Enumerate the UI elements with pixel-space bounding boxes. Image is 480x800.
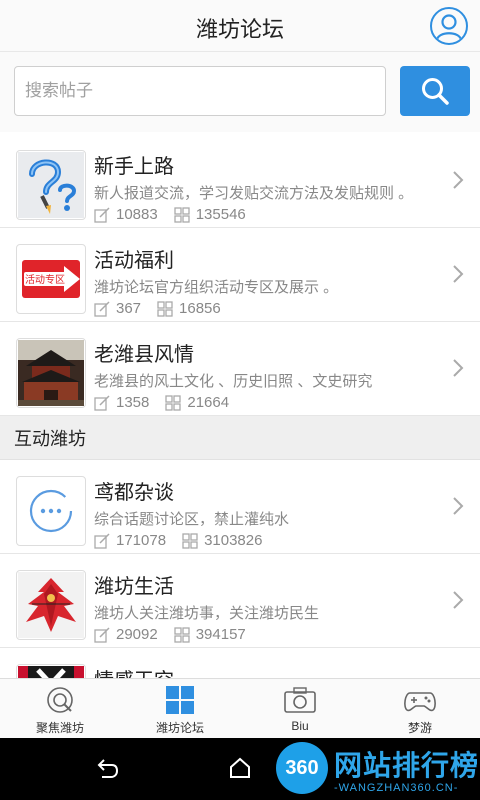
thread-count: 10883 <box>116 206 158 223</box>
thread-count: 367 <box>116 300 142 317</box>
forum-description: 潍坊人关注潍坊事，关注潍坊民生 <box>94 605 320 622</box>
user-avatar-button[interactable] <box>430 7 468 45</box>
focus-icon <box>47 687 73 713</box>
camera-icon <box>284 687 316 713</box>
activity-zone-text: 活动专区 <box>25 273 65 286</box>
user-icon <box>435 14 463 41</box>
edit-icon <box>94 626 110 643</box>
forum-row-weifang-life[interactable]: 潍坊生活 潍坊人关注潍坊事，关注潍坊民生 29092 394157 <box>0 554 480 648</box>
thread-count: 171078 <box>116 532 167 549</box>
forum-list: 新手上路 新人报道交流，学习发贴交流方法及发贴规则 。 10883 135546… <box>0 134 480 678</box>
tab-biu[interactable]: Biu <box>240 679 360 738</box>
tab-weifang-forum[interactable]: 潍坊论坛 <box>120 679 240 738</box>
forum-stats: 367 16856 <box>94 300 237 317</box>
activity-zone-icon: 活动专区 <box>16 244 86 314</box>
partial-photo <box>16 664 86 678</box>
back-icon[interactable] <box>94 756 120 782</box>
watermark-subtitle: -WANGZHAN360.CN- <box>334 782 459 794</box>
edit-icon <box>94 394 110 411</box>
gamepad-icon <box>404 692 436 712</box>
page-title: 潍坊论坛 <box>195 17 284 42</box>
forum-stats: 171078 3103826 <box>94 532 278 549</box>
tab-label: 潍坊论坛 <box>155 721 204 735</box>
forum-name: 活动福利 <box>94 250 174 272</box>
posts-icon <box>157 300 173 317</box>
posts-icon <box>165 394 182 411</box>
forum-description: 新人报道交流，学习发贴交流方法及发贴规则 。 <box>94 185 414 202</box>
kite-photo <box>16 570 86 640</box>
tab-label: Biu <box>291 719 309 733</box>
thread-count: 29092 <box>116 626 158 643</box>
forum-stats: 10883 135546 <box>94 206 262 223</box>
watermark-title: 网站排行榜 <box>334 750 480 781</box>
chevron-right-icon <box>453 497 464 515</box>
question-marks-icon <box>16 150 86 220</box>
search-bar <box>0 52 480 132</box>
bottom-tab-bar: 聚焦潍坊 潍坊论坛 Biu 梦游 <box>0 678 480 738</box>
forum-name: 鸢都杂谈 <box>94 482 174 504</box>
search-input[interactable] <box>14 66 386 116</box>
grid-icon <box>166 686 194 714</box>
tab-dream-tour[interactable]: 梦游 <box>360 679 480 738</box>
post-count: 3103826 <box>204 532 263 549</box>
watermark-badge: 360 <box>276 742 328 794</box>
edit-icon <box>94 206 110 223</box>
section-header: 互动潍坊 <box>0 416 480 460</box>
tab-focus-weifang[interactable]: 聚焦潍坊 <box>0 679 120 738</box>
forum-description: 老潍县的风土文化 、历史旧照 、文史研究 <box>94 373 373 390</box>
edit-icon <box>94 532 110 549</box>
chevron-right-icon <box>453 591 464 609</box>
post-count: 135546 <box>195 206 246 223</box>
chevron-right-icon <box>453 359 464 377</box>
forum-description: 综合话题讨论区，禁止灌纯水 <box>94 511 290 528</box>
chevron-right-icon <box>453 265 464 283</box>
chat-bubble-icon <box>16 476 86 546</box>
forum-row-emotion-sky[interactable]: 情感天空 <box>0 648 480 678</box>
edit-icon <box>94 300 110 317</box>
forum-stats: 29092 394157 <box>94 626 262 643</box>
old-tower-photo <box>16 338 86 408</box>
post-count: 394157 <box>195 626 246 643</box>
tab-label: 梦游 <box>407 721 432 735</box>
home-icon[interactable] <box>228 756 252 780</box>
forum-row-newbie[interactable]: 新手上路 新人报道交流，学习发贴交流方法及发贴规则 。 10883 135546 <box>0 134 480 228</box>
forum-name: 老潍县风情 <box>94 344 194 366</box>
posts-icon <box>174 206 190 223</box>
forum-row-old-weixian[interactable]: 老潍县风情 老潍县的风土文化 、历史旧照 、文史研究 1358 21664 <box>0 322 480 416</box>
forum-name: 新手上路 <box>94 156 174 178</box>
forum-stats: 1358 21664 <box>94 394 245 411</box>
forum-row-activities[interactable]: 活动专区 活动福利 潍坊论坛官方组织活动专区及展示 。 367 16856 <box>0 228 480 322</box>
search-button[interactable] <box>400 66 470 116</box>
post-count: 16856 <box>179 300 221 317</box>
forum-name: 情感天空 <box>94 664 174 678</box>
post-count: 21664 <box>187 394 230 411</box>
forum-row-yuandu-chat[interactable]: 鸢都杂谈 综合话题讨论区，禁止灌纯水 171078 3103826 <box>0 460 480 554</box>
thread-count: 1358 <box>116 394 150 411</box>
chevron-right-icon <box>453 171 464 189</box>
posts-icon <box>174 626 190 643</box>
app-header: 潍坊论坛 <box>0 0 480 52</box>
search-icon <box>422 78 449 105</box>
posts-icon <box>182 532 198 549</box>
watermark: 360 网站排行榜 -WANGZHAN360.CN- <box>274 738 480 800</box>
tab-label: 聚焦潍坊 <box>35 721 84 735</box>
forum-name: 潍坊生活 <box>94 576 174 598</box>
forum-description: 潍坊论坛官方组织活动专区及展示 。 <box>94 279 339 296</box>
